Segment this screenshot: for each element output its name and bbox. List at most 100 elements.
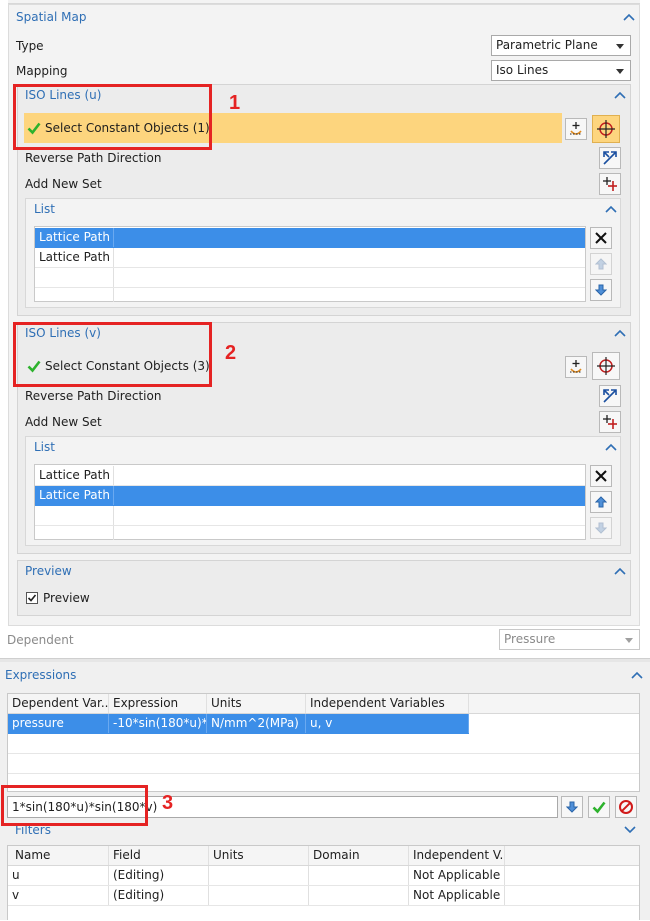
table-header: Dependent Var... Expression Units Indepe…	[8, 694, 639, 714]
table-cell	[309, 866, 409, 885]
dropdown-arrow-icon	[616, 69, 624, 74]
annotation-number-3: 3	[162, 792, 174, 814]
list-item-empty	[35, 526, 585, 540]
preview-title[interactable]: Preview	[25, 564, 72, 578]
select-crosshair-button[interactable]	[592, 352, 620, 380]
chevron-up-icon[interactable]	[614, 329, 626, 337]
list-plus-button[interactable]	[565, 118, 587, 140]
move-up-u-button[interactable]	[590, 253, 612, 275]
table-cell: pressure	[8, 714, 109, 733]
chevron-up-icon[interactable]	[614, 567, 626, 575]
column-header[interactable]: Independent V...	[409, 846, 505, 865]
crosshair-icon	[597, 357, 615, 375]
add-new-set-v-label: Add New Set	[25, 415, 102, 429]
table-row[interactable]: v (Editing) Not Applicable	[8, 886, 639, 906]
table-row-empty	[8, 734, 639, 754]
table-header: Name Field Units Domain Independent V...	[8, 846, 639, 866]
list-item[interactable]: Lattice Path 2	[35, 248, 585, 268]
list-item[interactable]: Lattice Path 1	[35, 466, 585, 486]
add-new-set-v-button[interactable]	[599, 411, 621, 433]
reverse-direction-icon	[603, 389, 617, 403]
chevron-down-icon[interactable]	[624, 826, 636, 834]
add-new-set-u-label: Add New Set	[25, 177, 102, 191]
arrow-down-icon	[566, 801, 578, 813]
table-cell	[309, 886, 409, 905]
add-list-icon	[570, 122, 582, 135]
check-icon	[592, 801, 606, 814]
close-icon	[595, 470, 607, 482]
dependent-dropdown[interactable]: Pressure	[499, 629, 640, 650]
table-cell	[209, 866, 309, 885]
table-cell	[209, 886, 309, 905]
annotation-number-1: 1	[229, 92, 241, 114]
table-cell: -10*sin(180*u)*...	[109, 714, 207, 733]
dependent-label: Dependent	[7, 633, 74, 647]
column-header[interactable]: Independent Variables	[306, 694, 469, 713]
table-cell: N/mm^2(MPa)	[207, 714, 306, 733]
column-header[interactable]: Dependent Var...	[8, 694, 109, 713]
reverse-direction-icon	[603, 151, 617, 165]
reject-button[interactable]	[615, 796, 637, 818]
spatial-map-title[interactable]: Spatial Map	[16, 10, 86, 24]
table-cell: v	[8, 886, 109, 905]
chevron-up-icon[interactable]	[605, 205, 617, 213]
table-cell: (Editing)	[109, 866, 209, 885]
column-header[interactable]: Domain	[309, 846, 409, 865]
no-entry-icon	[619, 800, 633, 814]
mapping-dropdown[interactable]: Iso Lines	[491, 60, 631, 81]
reverse-path-v-button[interactable]	[599, 385, 621, 407]
table-cell: Not Applicable	[409, 886, 505, 905]
table-cell: u	[8, 866, 109, 885]
arrow-up-icon	[595, 496, 607, 508]
list-item[interactable]: Lattice Path 1	[35, 228, 585, 248]
list-plus-button[interactable]	[565, 356, 587, 378]
arrow-down-icon	[595, 522, 607, 534]
list-item[interactable]: Lattice Path 2	[35, 486, 585, 506]
add-new-set-u-button[interactable]	[599, 173, 621, 195]
column-header[interactable]: Field	[109, 846, 209, 865]
chevron-up-icon[interactable]	[614, 91, 626, 99]
accept-button[interactable]	[588, 796, 610, 818]
expressions-title[interactable]: Expressions	[5, 668, 76, 682]
expressions-table: Dependent Var... Expression Units Indepe…	[7, 693, 640, 792]
table-row-empty	[8, 754, 639, 774]
delete-v-button[interactable]	[590, 465, 612, 487]
list-v-title[interactable]: List	[34, 440, 55, 454]
table-row[interactable]: u (Editing) Not Applicable	[8, 866, 639, 886]
column-header[interactable]: Units	[207, 694, 306, 713]
expression-down-button[interactable]	[561, 796, 583, 818]
type-dropdown[interactable]: Parametric Plane	[491, 35, 631, 56]
select-crosshair-button[interactable]	[592, 115, 620, 143]
move-down-u-button[interactable]	[590, 279, 612, 301]
column-header[interactable]: Units	[209, 846, 309, 865]
preview-checkbox[interactable]	[26, 592, 38, 604]
column-header[interactable]: Expression	[109, 694, 207, 713]
dropdown-arrow-icon	[616, 44, 624, 49]
list-item-empty	[35, 268, 585, 288]
move-down-v-button[interactable]	[590, 517, 612, 539]
reverse-path-v-label: Reverse Path Direction	[25, 389, 162, 403]
move-up-v-button[interactable]	[590, 491, 612, 513]
chevron-up-icon[interactable]	[631, 671, 643, 679]
dropdown-arrow-icon	[625, 638, 633, 643]
chevron-up-icon[interactable]	[623, 13, 635, 21]
list-item-label: Lattice Path 1	[35, 466, 114, 485]
crosshair-icon	[597, 120, 615, 138]
annotation-box-1	[13, 84, 212, 150]
table-cell: Not Applicable	[409, 866, 505, 885]
table-cell: u, v	[306, 714, 469, 733]
preview-group	[17, 560, 631, 616]
list-u-title[interactable]: List	[34, 202, 55, 216]
mapping-label: Mapping	[16, 64, 68, 78]
filters-table: Name Field Units Domain Independent V...…	[7, 845, 640, 920]
table-row[interactable]: pressure -10*sin(180*u)*... N/mm^2(MPa) …	[8, 714, 469, 734]
reverse-path-u-button[interactable]	[599, 147, 621, 169]
chevron-up-icon[interactable]	[605, 443, 617, 451]
type-dropdown-value: Parametric Plane	[496, 38, 598, 52]
type-label: Type	[16, 39, 44, 53]
delete-u-button[interactable]	[590, 227, 612, 249]
column-header[interactable]: Name	[8, 846, 109, 865]
preview-checkbox-label: Preview	[43, 591, 90, 605]
reverse-path-u-label: Reverse Path Direction	[25, 151, 162, 165]
list-item-label: Lattice Path 2	[35, 248, 114, 267]
